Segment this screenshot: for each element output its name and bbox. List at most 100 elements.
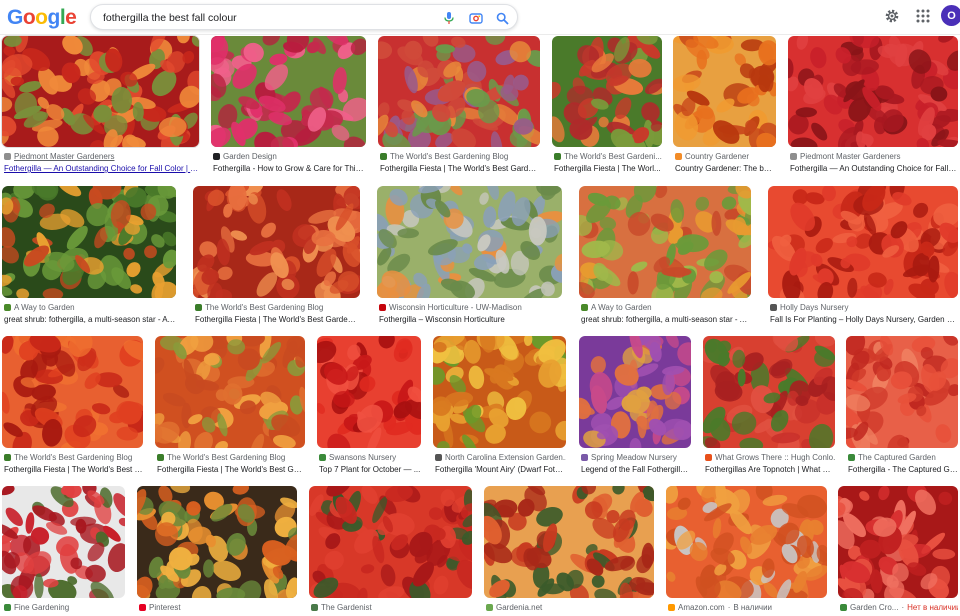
- result-thumbnail[interactable]: [579, 186, 751, 298]
- result-thumbnail[interactable]: [377, 186, 562, 298]
- image-result-card[interactable]: Pinterest: [137, 486, 297, 616]
- result-thumbnail[interactable]: [846, 336, 958, 448]
- image-result-card[interactable]: Piedmont Master Gardeners Fothergilla — A…: [788, 36, 958, 181]
- result-thumbnail[interactable]: [552, 36, 662, 147]
- result-source[interactable]: Gardenia.net: [486, 603, 654, 612]
- image-result-card[interactable]: The World's Best Gardening Blog Fothergil…: [2, 336, 143, 482]
- result-source[interactable]: North Carolina Extension Garden...: [435, 453, 566, 462]
- result-title[interactable]: Fothergilla - How to Grow & Care for Thi…: [213, 164, 366, 173]
- result-source[interactable]: Piedmont Master Gardeners: [4, 152, 199, 161]
- result-source[interactable]: The Captured Garden: [848, 453, 958, 462]
- result-source[interactable]: A Way to Garden: [581, 303, 751, 312]
- image-result-card[interactable]: Piedmont Master Gardeners Fothergilla — A…: [2, 36, 199, 181]
- result-thumbnail[interactable]: [2, 186, 176, 298]
- image-result-card[interactable]: A Way to Garden great shrub: fothergilla,…: [579, 186, 751, 332]
- gear-icon[interactable]: [883, 7, 901, 25]
- image-result-card[interactable]: The World's Best Gardening Blog Fothergil…: [193, 186, 360, 332]
- result-title[interactable]: Country Gardener: The bes...: [675, 164, 776, 173]
- result-source[interactable]: The Gardenist: [311, 603, 472, 612]
- result-title[interactable]: Fothergilla Fiesta | The World's Best Ga…: [380, 164, 540, 173]
- result-thumbnail[interactable]: [2, 336, 143, 448]
- result-source[interactable]: What Grows There :: Hugh Conlo...: [705, 453, 835, 462]
- result-thumbnail[interactable]: [666, 486, 827, 598]
- camera-lens-icon[interactable]: [468, 10, 484, 26]
- image-result-card[interactable]: Fine Gardening: [2, 486, 125, 616]
- image-result-card[interactable]: North Carolina Extension Garden... Fother…: [433, 336, 566, 482]
- result-source[interactable]: The World's Best Gardening Blog: [4, 453, 143, 462]
- result-title[interactable]: Fothergilla Fiesta | The World's Best Ga…: [157, 465, 305, 474]
- image-result-card[interactable]: What Grows There :: Hugh Conlo...Fotherg…: [703, 336, 835, 482]
- result-thumbnail[interactable]: [2, 36, 199, 147]
- result-title[interactable]: Fothergilla Fiesta | The World's Best G.…: [4, 465, 143, 474]
- result-title[interactable]: Fall Is For Planting – Holly Days Nurser…: [770, 315, 958, 324]
- image-result-card[interactable]: Wisconsin Horticulture - UW-Madison Fothe…: [377, 186, 562, 332]
- result-thumbnail[interactable]: [484, 486, 654, 598]
- image-result-card[interactable]: A Way to Garden great shrub: fothergilla,…: [2, 186, 176, 332]
- result-source[interactable]: Piedmont Master Gardeners: [790, 152, 958, 161]
- result-thumbnail[interactable]: [788, 36, 958, 147]
- result-thumbnail[interactable]: [155, 336, 305, 448]
- result-title[interactable]: Fothergilla - The Captured Ga...: [848, 465, 958, 474]
- result-source[interactable]: Fine Gardening: [4, 603, 125, 612]
- image-result-card[interactable]: Garden Design Fothergilla - How to Grow &…: [211, 36, 366, 181]
- image-result-card[interactable]: Gardenia.net: [484, 486, 654, 616]
- image-result-card[interactable]: The World's Best Gardening Blog Fothergil…: [155, 336, 305, 482]
- result-source[interactable]: Garden Design: [213, 152, 366, 161]
- image-result-card[interactable]: The Captured Garden Fothergilla - The Cap…: [846, 336, 958, 482]
- result-title[interactable]: great shrub: fothergilla, a multi-season…: [4, 315, 176, 324]
- result-title[interactable]: Fothergilla Fiesta | The World's Best Ga…: [195, 315, 360, 324]
- result-thumbnail[interactable]: [317, 336, 421, 448]
- account-avatar[interactable]: O: [941, 5, 960, 26]
- result-thumbnail[interactable]: [309, 486, 472, 598]
- foliage-photo: [377, 186, 562, 298]
- result-title[interactable]: Legend of the Fall Fothergilla ...: [581, 465, 691, 474]
- result-title[interactable]: Fothergillas Are Topnotch | What G...: [705, 465, 835, 474]
- search-input[interactable]: [103, 9, 433, 26]
- result-source[interactable]: The World's Best Gardening Blog: [195, 303, 360, 312]
- result-thumbnail[interactable]: [768, 186, 958, 298]
- result-thumbnail[interactable]: [579, 336, 691, 448]
- result-thumbnail[interactable]: [137, 486, 297, 598]
- result-title[interactable]: Fothergilla — An Outstanding Choice for …: [790, 164, 958, 173]
- microphone-icon[interactable]: [441, 10, 457, 26]
- result-source[interactable]: The World's Best Gardening Blog: [157, 453, 305, 462]
- result-source[interactable]: The World's Best Gardeni...: [554, 152, 662, 161]
- result-thumbnail[interactable]: [2, 486, 125, 598]
- apps-grid-icon[interactable]: [914, 7, 932, 25]
- result-source[interactable]: A Way to Garden: [4, 303, 176, 312]
- result-source[interactable]: The World's Best Gardening Blog: [380, 152, 540, 161]
- result-source[interactable]: Swansons Nursery: [319, 453, 421, 462]
- image-result-card[interactable]: The World's Best Gardening Blog Fothergil…: [378, 36, 540, 181]
- google-logo[interactable]: Google: [7, 6, 77, 30]
- result-source[interactable]: Wisconsin Horticulture - UW-Madison: [379, 303, 562, 312]
- result-source[interactable]: Holly Days Nursery: [770, 303, 958, 312]
- image-result-card[interactable]: Amazon.com · В наличии: [666, 486, 827, 616]
- image-result-card[interactable]: Swansons Nursery Top 7 Plant for October …: [317, 336, 421, 482]
- result-source[interactable]: Country Gardener: [675, 152, 776, 161]
- search-icon[interactable]: [494, 10, 510, 26]
- image-result-card[interactable]: Spring Meadow Nursery Legend of the Fall …: [579, 336, 691, 482]
- image-result-card[interactable]: Holly Days Nursery Fall Is For Planting –…: [768, 186, 958, 332]
- result-source[interactable]: Spring Meadow Nursery: [581, 453, 691, 462]
- image-result-card[interactable]: The World's Best Gardeni... Fothergilla F…: [552, 36, 662, 181]
- result-thumbnail[interactable]: [378, 36, 540, 147]
- result-title[interactable]: Fothergilla – Wisconsin Horticulture: [379, 315, 562, 324]
- result-title[interactable]: Fothergilla 'Mount Airy' (Dwarf Foth...: [435, 465, 566, 474]
- result-thumbnail[interactable]: [433, 336, 566, 448]
- result-thumbnail[interactable]: [703, 336, 835, 448]
- image-result-card[interactable]: The Gardenist: [309, 486, 472, 616]
- result-thumbnail[interactable]: [673, 36, 776, 147]
- image-result-card[interactable]: Country Gardener Country Gardener: The be…: [673, 36, 776, 181]
- result-title[interactable]: Top 7 Plant for October — ...: [319, 465, 421, 474]
- result-title[interactable]: great shrub: fothergilla, a multi-season…: [581, 315, 751, 324]
- result-thumbnail[interactable]: [193, 186, 360, 298]
- result-source[interactable]: Pinterest: [139, 603, 297, 612]
- result-thumbnail[interactable]: [211, 36, 366, 147]
- result-source[interactable]: Amazon.com · В наличии: [668, 603, 827, 612]
- image-result-card[interactable]: Garden Cro... · Нет в наличии: [838, 486, 958, 616]
- result-title[interactable]: Fothergilla Fiesta | The Worl...: [554, 164, 662, 173]
- foliage-photo: [768, 186, 958, 298]
- result-thumbnail[interactable]: [838, 486, 958, 598]
- result-title[interactable]: Fothergilla — An Outstanding Choice for …: [4, 164, 199, 173]
- result-source[interactable]: Garden Cro... · Нет в наличии: [840, 603, 958, 612]
